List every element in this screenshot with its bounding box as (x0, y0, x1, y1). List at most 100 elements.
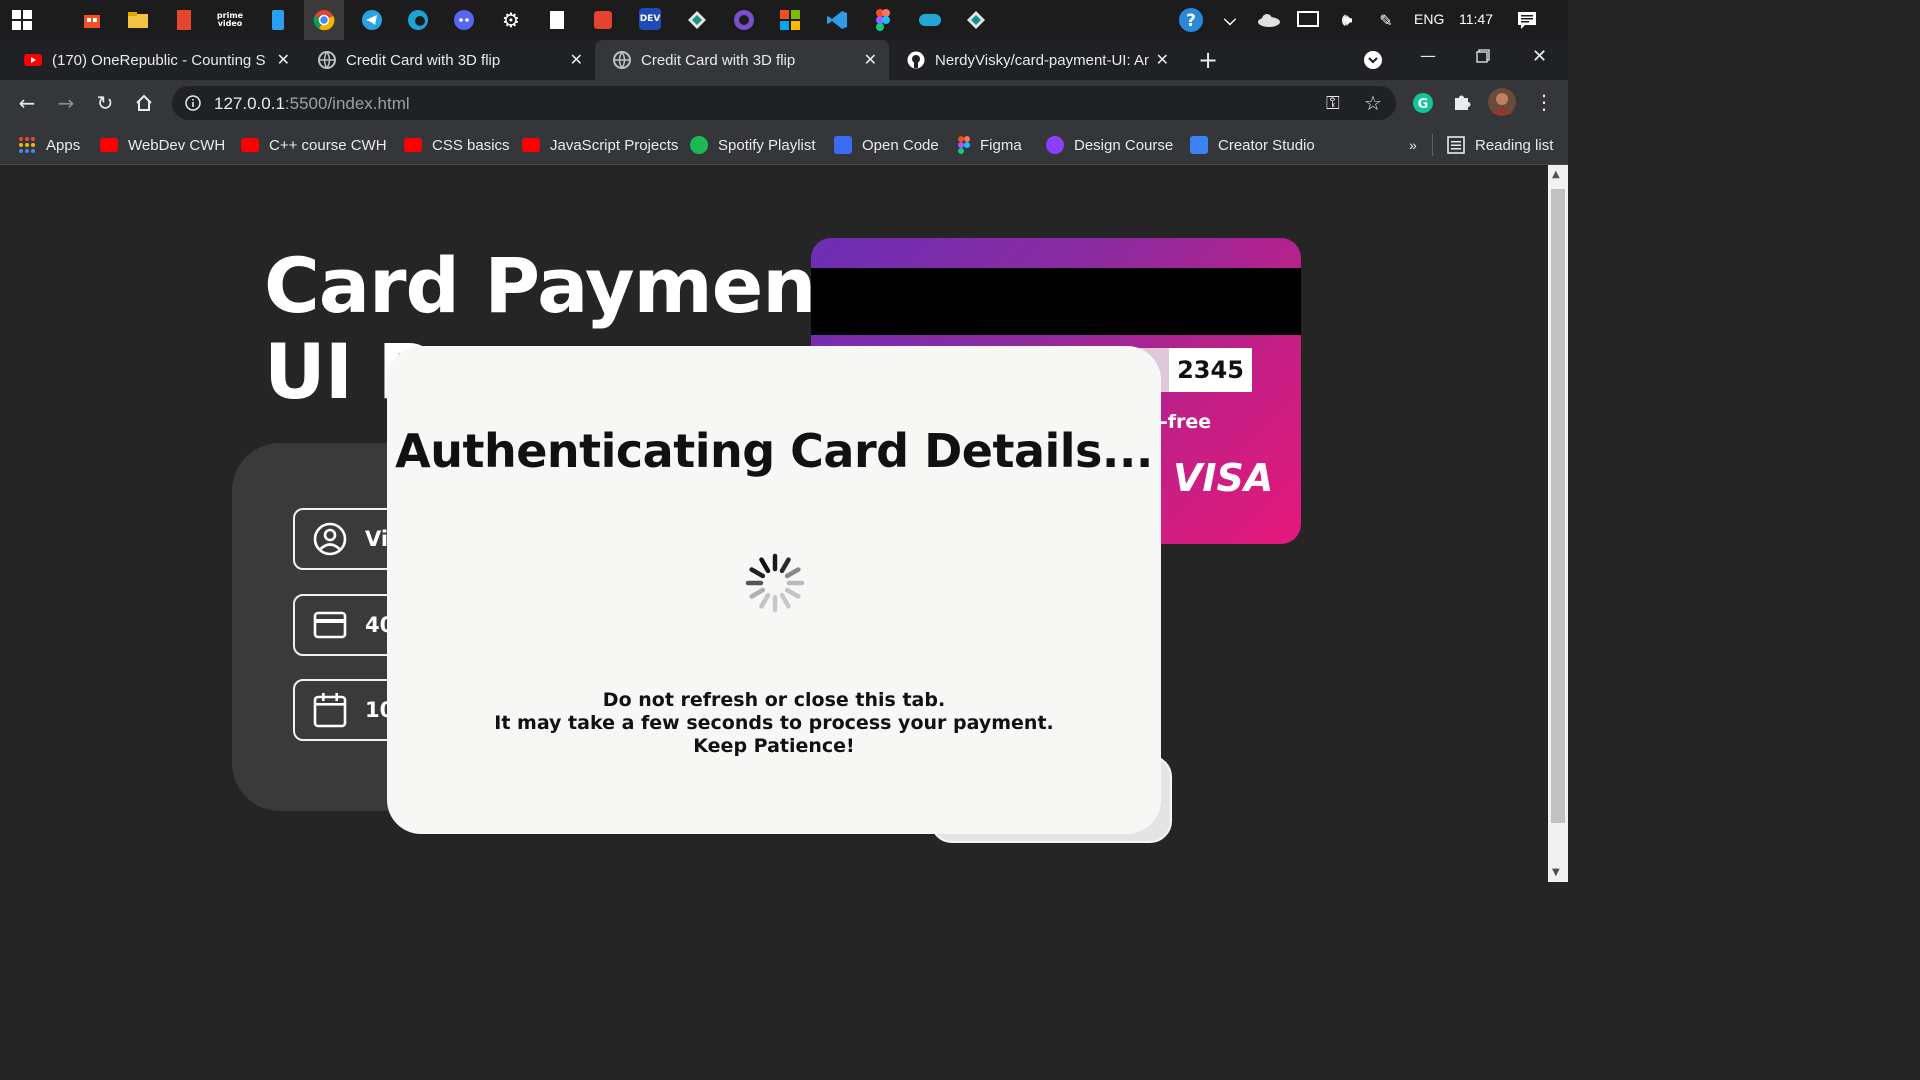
close-icon[interactable]: ✕ (277, 50, 290, 70)
card-magnetic-stripe (811, 268, 1301, 335)
vpn-icon[interactable] (916, 6, 944, 34)
modal-message: Do not refresh or close this tab. It may… (387, 689, 1161, 758)
bookmark-figma[interactable]: Figma (958, 133, 1022, 157)
windows-start-icon[interactable] (8, 6, 36, 34)
bookmark-creator-studio[interactable]: Creator Studio (1190, 133, 1315, 157)
browser-toolbar: ← → ↻ 127.0.0.1:5500/index.html ⚿ ☆ G ⋮ (0, 80, 1568, 126)
volume-icon[interactable]: 🕪 (1333, 6, 1361, 34)
bookmark-star-icon[interactable]: ☆ (1364, 91, 1382, 115)
card-cvv: 2345 (1169, 348, 1252, 392)
bookmark-label: Spotify Playlist (718, 136, 816, 154)
notifications-icon[interactable] (1513, 6, 1541, 34)
loading-spinner-icon (745, 553, 805, 613)
modal-message-line-3: Keep Patience! (693, 735, 855, 757)
authentication-modal: Authenticating Card Details... Do not re… (387, 346, 1161, 834)
window-close-icon[interactable]: ✕ (1532, 46, 1547, 67)
globe-icon (613, 51, 631, 69)
scroll-up-arrow-icon[interactable]: ▲ (1552, 169, 1560, 180)
phone-link-icon[interactable] (264, 6, 292, 34)
prime-video-icon[interactable]: prime video (216, 6, 244, 34)
youtube-icon (522, 138, 540, 152)
bookmark-spotify-playlist[interactable]: Spotify Playlist (690, 133, 816, 157)
svg-text:?: ? (1186, 11, 1196, 31)
language-indicator[interactable]: ENG (1414, 11, 1444, 27)
git-kraken-2-icon[interactable] (962, 6, 990, 34)
bookmark-label: Apps (46, 136, 81, 154)
bookmarks-separator (1432, 134, 1433, 156)
new-tab-plus-icon[interactable]: + (1198, 46, 1218, 74)
settings-gear-icon[interactable]: ⚙ (497, 6, 525, 34)
tab-title: Credit Card with 3D flip (641, 51, 796, 69)
back-arrow-icon[interactable]: ← (12, 88, 42, 118)
bookmark-css-basics[interactable]: CSS basics (404, 133, 510, 157)
file-explorer-icon[interactable] (124, 6, 152, 34)
edge-icon[interactable] (404, 6, 432, 34)
bookmarks-overflow-chevron-icon[interactable]: » (1409, 133, 1417, 157)
reading-list-button[interactable]: Reading list (1447, 133, 1553, 157)
tab-title: NerdyVisky/card-payment-UI: An (935, 51, 1149, 69)
site-info-icon[interactable] (185, 95, 201, 115)
url-path: :5500/index.html (284, 94, 410, 113)
chevron-up-icon[interactable]: ⌵ (1216, 6, 1244, 34)
browser-tab-strip: (170) OneRepublic - Counting Sta ✕ Credi… (0, 40, 1568, 112)
tab-credit-card[interactable]: Credit Card with 3D flip ✕ (300, 40, 595, 80)
page-viewport: Card Payment UI P Vis 40 10 2345 e-free … (0, 165, 1548, 882)
close-icon[interactable]: ✕ (864, 50, 877, 70)
url-host: 127.0.0.1 (214, 94, 285, 113)
modal-title: Authenticating Card Details... (395, 424, 1153, 478)
modal-message-line-1: Do not refresh or close this tab. (602, 689, 946, 711)
more-menu-icon[interactable]: ⋮ (1534, 90, 1554, 114)
close-icon[interactable]: ✕ (570, 50, 583, 70)
dev-icon[interactable]: DEV (639, 8, 661, 30)
github-desktop-icon[interactable] (730, 6, 758, 34)
scroll-thumb[interactable] (1551, 189, 1565, 823)
discord-icon[interactable] (450, 6, 478, 34)
tab-search-icon[interactable] (1363, 50, 1383, 74)
profile-avatar[interactable] (1488, 88, 1516, 120)
extensions-puzzle-icon[interactable] (1452, 92, 1472, 116)
pen-icon[interactable]: ✎ (1372, 6, 1400, 34)
help-icon[interactable]: ? (1177, 6, 1205, 34)
bookmark-design-course[interactable]: Design Course (1046, 133, 1173, 157)
tab-youtube[interactable]: (170) OneRepublic - Counting Sta ✕ (6, 40, 302, 80)
page-scrollbar[interactable]: ▲ ▼ (1548, 165, 1568, 882)
close-icon[interactable]: ✕ (1156, 50, 1169, 70)
telegram-icon[interactable] (358, 6, 386, 34)
tab-github[interactable]: NerdyVisky/card-payment-UI: An ✕ (889, 40, 1181, 80)
github-icon (907, 51, 925, 69)
address-bar[interactable]: 127.0.0.1:5500/index.html ⚿ ☆ (172, 86, 1396, 120)
reload-icon[interactable]: ↻ (90, 88, 120, 118)
notepad-icon[interactable] (543, 6, 571, 34)
tab-credit-card-active[interactable]: Credit Card with 3D flip ✕ (595, 40, 889, 80)
bookmark-webdev-cwh[interactable]: WebDev CWH (100, 133, 225, 157)
vscode-icon[interactable] (823, 6, 851, 34)
grammarly-icon[interactable]: G (1413, 93, 1433, 117)
youtube-icon (241, 138, 259, 152)
url-text[interactable]: 127.0.0.1:5500/index.html (214, 94, 410, 114)
bookmark-apps[interactable]: Apps (18, 133, 80, 157)
page-title-line-1: Card Payment (264, 241, 852, 330)
figma-taskbar-icon[interactable] (869, 6, 897, 34)
chrome-icon[interactable] (304, 0, 344, 40)
display-icon[interactable] (1294, 6, 1322, 34)
key-icon[interactable]: ⚿ (1326, 93, 1340, 114)
bookmark-label: C++ course CWH (269, 136, 387, 154)
scroll-down-arrow-icon[interactable]: ▼ (1552, 867, 1560, 878)
calendar-icon (313, 693, 347, 728)
onedrive-icon[interactable] (1255, 6, 1283, 34)
restore-icon[interactable] (1476, 48, 1490, 67)
bookmark-label: Creator Studio (1218, 136, 1315, 154)
minimize-icon[interactable]: — (1420, 46, 1436, 65)
bookmark-open-code[interactable]: Open Code (834, 133, 939, 157)
microsoft-apps-icon[interactable] (776, 6, 804, 34)
bookmark-javascript-projects[interactable]: JavaScript Projects (522, 133, 678, 157)
bookmark-cpp-course[interactable]: C++ course CWH (241, 133, 387, 157)
youtube-icon (24, 54, 42, 66)
git-kraken-icon[interactable] (683, 6, 711, 34)
clock[interactable]: 11:47 (1459, 11, 1493, 27)
forward-arrow-icon[interactable]: → (51, 88, 81, 118)
home-icon[interactable] (129, 88, 159, 118)
store-icon[interactable] (78, 6, 106, 34)
todoist-icon[interactable] (589, 6, 617, 34)
office-icon[interactable] (170, 6, 198, 34)
